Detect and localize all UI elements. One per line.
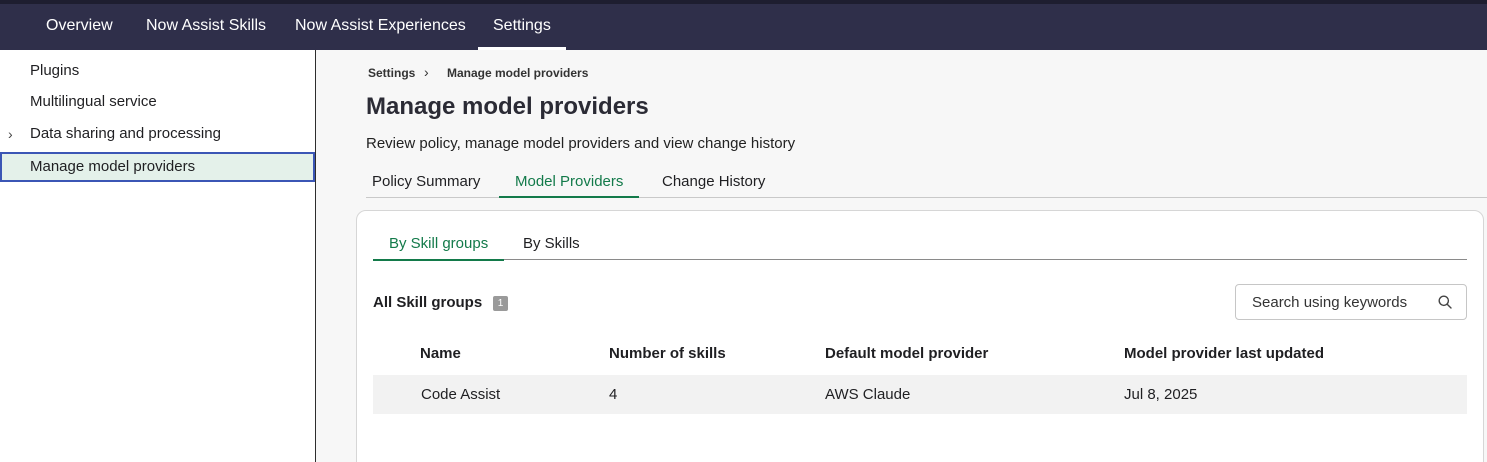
- cell-number-of-skills: 4: [609, 386, 618, 403]
- tab-model-providers[interactable]: Model Providers: [498, 172, 640, 198]
- count-badge: 1: [493, 296, 508, 311]
- main-content: Settings › Manage model providers Manage…: [316, 50, 1487, 462]
- top-navigation-bar: Overview Now Assist Skills Now Assist Ex…: [0, 0, 1487, 50]
- page-title: Manage model providers: [366, 93, 649, 120]
- column-header-last-updated[interactable]: Model provider last updated: [1124, 345, 1324, 362]
- breadcrumb-current: Manage model providers: [447, 66, 589, 80]
- column-header-default-model-provider[interactable]: Default model provider: [825, 345, 988, 362]
- sidebar-item-plugins[interactable]: Plugins: [0, 56, 315, 86]
- sidebar-item-data-sharing[interactable]: › Data sharing and processing: [0, 119, 315, 149]
- column-header-number-of-skills[interactable]: Number of skills: [609, 345, 726, 362]
- tab-policy-summary[interactable]: Policy Summary: [372, 172, 480, 198]
- breadcrumb-separator: ›: [424, 64, 429, 80]
- cell-name[interactable]: Code Assist: [421, 386, 500, 403]
- page-description: Review policy, manage model providers an…: [366, 135, 796, 152]
- sidebar: Plugins Multilingual service › Data shar…: [0, 50, 316, 462]
- topnav-overview[interactable]: Overview: [46, 4, 113, 50]
- table-row[interactable]: Code Assist 4 AWS Claude Jul 8, 2025: [373, 375, 1467, 414]
- group-title: All Skill groups: [373, 294, 483, 311]
- chevron-right-icon[interactable]: ›: [8, 119, 13, 149]
- topnav-now-assist-experiences[interactable]: Now Assist Experiences: [295, 4, 466, 50]
- subtab-by-skills[interactable]: By Skills: [523, 235, 580, 261]
- topnav-settings[interactable]: Settings: [478, 4, 566, 50]
- breadcrumb-settings-link[interactable]: Settings: [368, 66, 415, 80]
- sidebar-item-manage-model-providers[interactable]: Manage model providers: [0, 152, 315, 182]
- cell-default-model-provider: AWS Claude: [825, 386, 911, 403]
- cell-last-updated: Jul 8, 2025: [1124, 386, 1198, 403]
- search-box[interactable]: [1235, 284, 1467, 320]
- model-providers-card: By Skill groups By Skills All Skill grou…: [356, 210, 1484, 462]
- sidebar-item-multilingual-service[interactable]: Multilingual service: [0, 87, 315, 117]
- subtab-by-skill-groups[interactable]: By Skill groups: [372, 235, 505, 261]
- sidebar-item-label: Data sharing and processing: [30, 125, 221, 142]
- search-input[interactable]: [1236, 285, 1436, 319]
- topnav-now-assist-skills[interactable]: Now Assist Skills: [146, 4, 266, 50]
- column-header-name[interactable]: Name: [420, 345, 461, 362]
- search-icon[interactable]: [1438, 295, 1452, 309]
- tab-change-history[interactable]: Change History: [662, 172, 765, 198]
